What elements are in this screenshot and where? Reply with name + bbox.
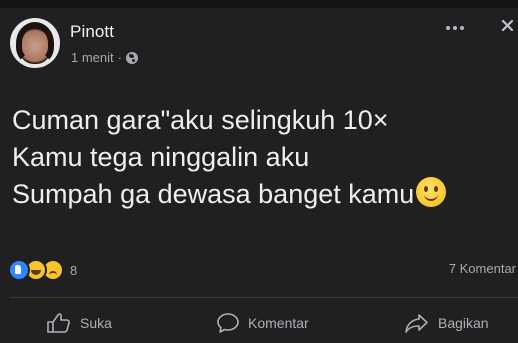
dot-icon [453, 26, 457, 30]
post-text-line-content: Sumpah ga dewasa banget kamu [12, 179, 415, 209]
post-text-line: Sumpah ga dewasa banget kamu [12, 176, 512, 213]
thumbs-up-icon [47, 313, 70, 333]
post-header: Pinott 1 menit · [0, 8, 518, 74]
avatar[interactable] [10, 18, 60, 68]
post-text-line: Cuman gara"aku selingkuh 10× [12, 105, 389, 135]
divider [10, 297, 518, 298]
comment-label: Komentar [248, 315, 309, 331]
avatar-hair-image [16, 22, 54, 64]
post-text-line: Kamu tega ninggalin aku [12, 142, 310, 172]
facebook-post: Pinott 1 menit · Cuman gara"aku selingku… [0, 0, 518, 343]
comment-bubble-icon [217, 313, 239, 333]
share-label: Bagikan [438, 315, 489, 331]
meta-separator: · [117, 50, 122, 65]
more-options-icon[interactable] [446, 22, 470, 34]
post-text: Cuman gara"aku selingkuh 10× Kamu tega n… [12, 102, 512, 213]
post-time[interactable]: 1 menit [71, 50, 114, 65]
reaction-count: 8 [70, 262, 78, 278]
post-actions: Suka Komentar Bagikan [0, 306, 518, 343]
reactions-summary[interactable]: 8 [8, 259, 77, 281]
dot-icon [460, 26, 464, 30]
dot-icon [446, 26, 450, 30]
comment-button[interactable]: Komentar [216, 312, 309, 334]
like-button[interactable]: Suka [46, 312, 112, 334]
like-reaction-icon [8, 259, 30, 281]
close-icon[interactable] [499, 18, 518, 37]
top-bar [0, 0, 518, 8]
globe-icon[interactable] [125, 51, 138, 64]
like-label: Suka [80, 315, 112, 331]
share-arrow-icon [405, 314, 428, 333]
smiling-face-emoji-icon [416, 177, 447, 207]
post-stats: 8 7 Komentar [0, 254, 518, 284]
post-meta: 1 menit · [71, 50, 138, 65]
comment-count[interactable]: 7 Komentar [449, 261, 516, 276]
share-button[interactable]: Bagikan [404, 312, 489, 334]
author-name[interactable]: Pinott [70, 22, 114, 42]
